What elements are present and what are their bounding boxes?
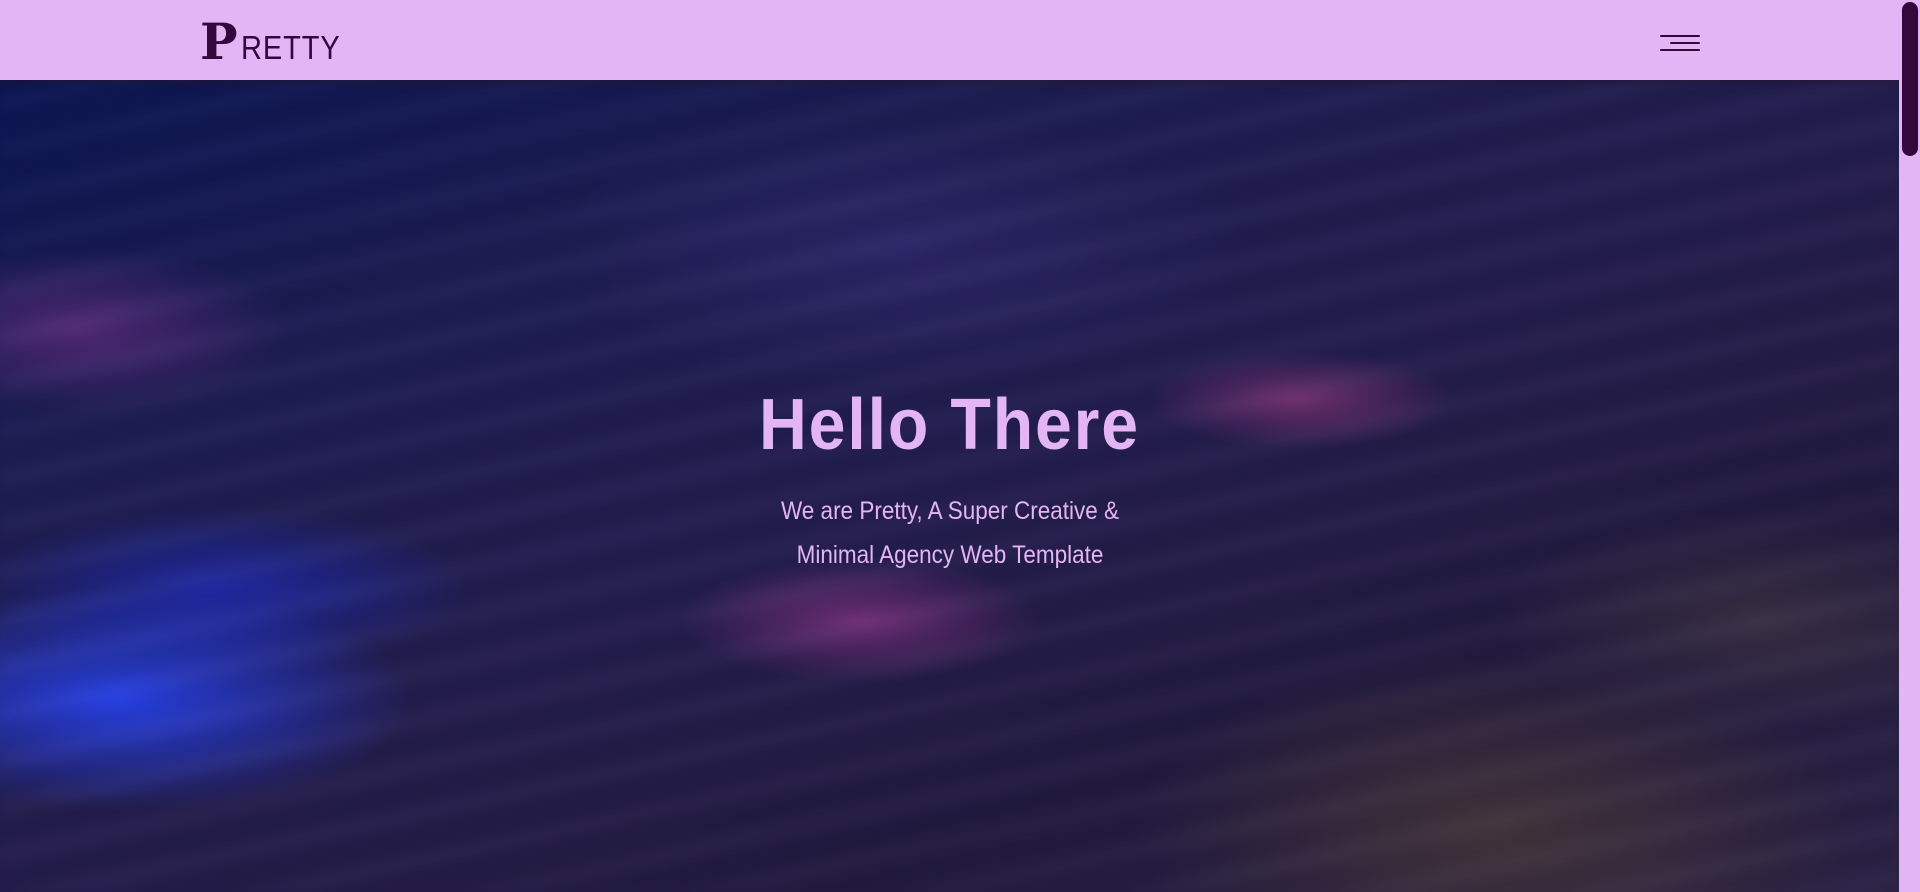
hero-subtitle-line-1: We are Pretty, A Super Creative &	[780, 497, 1119, 525]
logo-text: RETTY	[240, 29, 341, 66]
menu-line	[1670, 42, 1700, 44]
hero-content: Hello There We are Pretty, A Super Creat…	[0, 375, 1899, 577]
hero-title: Hello There	[759, 385, 1140, 465]
hero-subtitle: We are Pretty, A Super Creative & Minima…	[761, 489, 1139, 577]
logo-initial: P	[200, 12, 238, 71]
menu-line	[1660, 49, 1700, 51]
navbar: P RETTY	[0, 0, 1899, 80]
page: P RETTY Hello There We are Pretty, A Sup…	[0, 0, 1920, 892]
scrollbar-thumb[interactable]	[1902, 2, 1918, 156]
site-logo[interactable]: P RETTY	[200, 12, 354, 72]
page-scrollbar[interactable]	[1899, 0, 1920, 892]
menu-line	[1660, 35, 1700, 37]
hero-subtitle-line-2: Minimal Agency Web Template	[796, 541, 1103, 569]
hamburger-menu-icon[interactable]	[1656, 30, 1700, 58]
